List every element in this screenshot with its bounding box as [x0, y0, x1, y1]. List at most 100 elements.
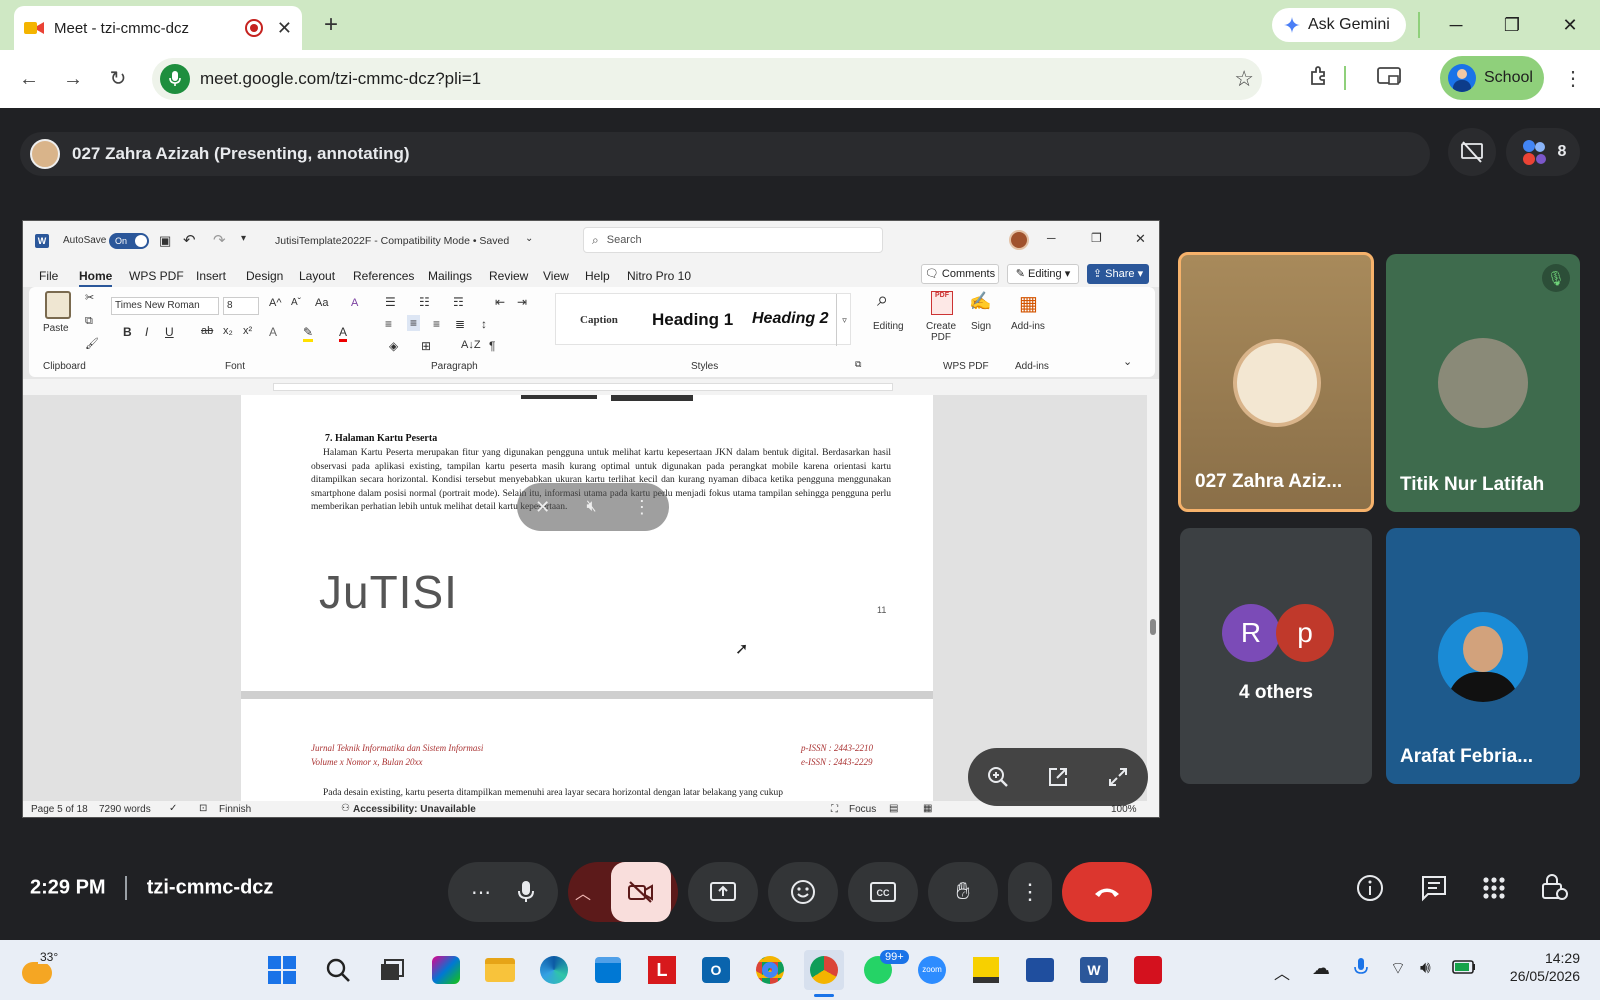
camera-options-icon[interactable]: ︿ [575, 880, 591, 904]
store-icon[interactable] [588, 950, 628, 990]
restore-window-icon[interactable]: ❐ [1492, 10, 1532, 40]
wifi-icon[interactable]: ⌔ [1390, 958, 1406, 979]
sort-icon[interactable]: A↓Z [461, 339, 481, 351]
menu-references[interactable]: References [353, 269, 414, 283]
numbering-icon[interactable]: ☷ [419, 295, 430, 309]
task-view-icon[interactable] [372, 950, 412, 990]
menu-help[interactable]: Help [585, 269, 610, 283]
editing-group-label[interactable]: Editing [873, 321, 904, 332]
superscript-icon[interactable]: x² [243, 325, 252, 337]
participant-tile-zahra[interactable]: 027 Zahra Aziz... [1178, 252, 1374, 512]
addins-label[interactable]: Add-ins [1011, 321, 1045, 332]
strikethrough-icon[interactable]: ab [201, 325, 213, 337]
styles-more-icon[interactable]: ▿ [836, 294, 852, 346]
presentation-app-icon[interactable] [1020, 950, 1060, 990]
addins-icon[interactable]: ▦ [1019, 291, 1038, 316]
word-restore-icon[interactable]: ❐ [1091, 231, 1102, 245]
menu-design[interactable]: Design [246, 269, 283, 283]
audio-settings-icon[interactable]: ⋯ [471, 880, 491, 905]
find-icon[interactable]: ⌕ [877, 289, 888, 312]
word-minimize-icon[interactable]: ─ [1047, 231, 1056, 245]
style-caption[interactable]: Caption [580, 314, 618, 326]
copy-icon[interactable]: ⧉ [85, 315, 93, 328]
shading-icon[interactable]: ◈ [389, 339, 398, 353]
pop-out-icon[interactable] [1047, 766, 1069, 788]
font-name-select[interactable]: Times New Roman [111, 297, 219, 315]
address-bar[interactable]: meet.google.com/tzi-cmmc-dcz?pli=1 ☆ [152, 58, 1262, 100]
status-focus[interactable]: Focus [849, 804, 876, 815]
clear-format-icon[interactable]: A [351, 297, 358, 309]
autosave-toggle[interactable]: On [109, 233, 149, 249]
word-taskbar-icon[interactable]: W [1074, 950, 1114, 990]
meeting-info-icon[interactable] [1356, 874, 1384, 902]
camera-off-icon[interactable] [611, 862, 671, 922]
battery-icon[interactable] [1452, 960, 1476, 974]
paste-icon[interactable] [45, 291, 71, 319]
highlight-icon[interactable]: ✎ [303, 325, 314, 342]
present-button[interactable] [688, 862, 758, 922]
tray-mic-icon[interactable] [1354, 958, 1368, 978]
sticky-notes-icon[interactable] [966, 950, 1006, 990]
leave-call-button[interactable] [1062, 862, 1152, 922]
browser-menu-icon[interactable]: ⋮ [1556, 62, 1590, 96]
font-color-icon[interactable]: A [339, 325, 348, 342]
minimize-window-icon[interactable]: ─ [1436, 10, 1476, 40]
outlook-icon[interactable]: O [696, 950, 736, 990]
read-mode-icon[interactable]: ▤ [889, 803, 898, 814]
line-spacing-icon[interactable]: ↕ [481, 317, 487, 331]
chrome-icon[interactable] [750, 950, 790, 990]
underline-icon[interactable]: U [165, 325, 174, 339]
taskbar-clock[interactable]: 14:29 26/05/2026 [1500, 950, 1580, 984]
site-mic-icon[interactable] [160, 64, 190, 94]
activities-icon[interactable] [1482, 876, 1506, 900]
create-pdf-icon[interactable]: PDF [931, 291, 953, 315]
shrink-font-icon[interactable]: Aˇ [291, 297, 301, 308]
pin-off-icon[interactable]: ✕ [535, 497, 550, 518]
reload-icon[interactable]: ↻ [101, 62, 135, 96]
profile-button[interactable]: School [1440, 56, 1544, 100]
menu-wps-pdf[interactable]: WPS PDF [129, 269, 184, 283]
align-left-icon[interactable]: ≡ [385, 317, 392, 331]
bookmark-star-icon[interactable]: ☆ [1234, 66, 1254, 92]
collapse-ribbon-icon[interactable]: ⌄ [1123, 355, 1132, 368]
align-right-icon[interactable]: ≡ [433, 317, 440, 331]
print-layout-icon[interactable]: ▦ [923, 803, 932, 814]
menu-mailings[interactable]: Mailings [428, 269, 472, 283]
host-controls-icon[interactable] [1540, 872, 1568, 902]
redo-icon[interactable]: ↷ [213, 231, 226, 249]
start-icon[interactable] [262, 950, 302, 990]
zoom-app-icon[interactable]: zoom [912, 950, 952, 990]
acrobat-icon[interactable] [1128, 950, 1168, 990]
borders-icon[interactable]: ⊞ [421, 339, 431, 353]
chrome-active-icon[interactable] [804, 950, 844, 990]
cast-icon[interactable] [1376, 66, 1402, 88]
bold-icon[interactable]: B [123, 325, 132, 339]
bullets-icon[interactable]: ☰ [385, 295, 396, 309]
microphone-icon[interactable] [517, 880, 535, 904]
font-size-select[interactable]: 8 [223, 297, 259, 315]
show-marks-icon[interactable]: ¶ [489, 339, 495, 353]
reactions-button[interactable] [768, 862, 838, 922]
format-painter-icon[interactable]: 🖌︎ [85, 337, 99, 350]
grow-font-icon[interactable]: A^ [269, 297, 282, 309]
browser-tab-meet[interactable]: Meet - tzi-cmmc-dcz ✕ [14, 6, 302, 50]
text-effects-icon[interactable]: A [269, 325, 277, 339]
comments-button[interactable]: 🗨︎ Comments [921, 264, 999, 284]
participant-tile-others[interactable]: R p 4 others [1180, 528, 1372, 784]
menu-layout[interactable]: Layout [299, 269, 335, 283]
stop-presentation-button[interactable] [1448, 128, 1496, 176]
menu-nitro[interactable]: Nitro Pro 10 [627, 269, 691, 283]
volume-icon[interactable]: 🔊︎ [1420, 958, 1431, 978]
participant-tile-titik[interactable]: 🎙︎ Titik Nur Latifah [1386, 254, 1580, 512]
sign-label[interactable]: Sign [971, 321, 991, 332]
proofing-icon[interactable]: ✓ [169, 803, 177, 814]
menu-view[interactable]: View [543, 269, 569, 283]
multilevel-icon[interactable]: ☶ [453, 295, 464, 309]
show-hidden-icons-icon[interactable]: ︿ [1274, 960, 1290, 984]
close-window-icon[interactable]: ✕ [1550, 10, 1590, 40]
new-tab-button[interactable]: + [316, 10, 346, 40]
undo-icon[interactable]: ↶ [183, 231, 196, 249]
justify-icon[interactable]: ≣ [455, 317, 465, 331]
italic-icon[interactable]: I [145, 325, 148, 339]
mute-off-icon[interactable]: 🔇︎ [586, 498, 596, 516]
